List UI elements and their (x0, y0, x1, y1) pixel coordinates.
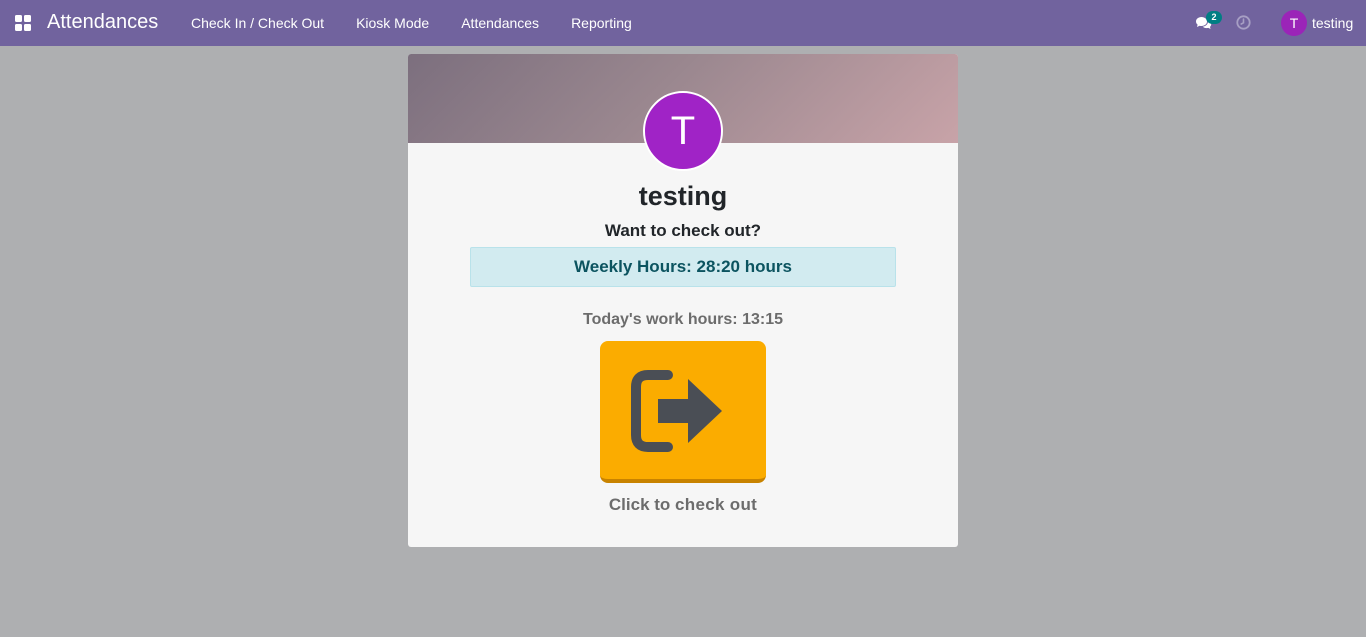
employee-name: testing (638, 181, 728, 211)
employee-avatar: T (643, 91, 723, 171)
apps-grid-icon[interactable] (15, 15, 32, 31)
user-name[interactable]: testing (1312, 15, 1353, 31)
click-action: check out (675, 495, 758, 514)
clock-icon[interactable] (1236, 15, 1251, 30)
top-navbar: Attendances Check In / Check Out Kiosk M… (0, 0, 1366, 46)
weekly-hours-alert: Weekly Hours: 28:20 hours (470, 247, 896, 287)
menu-item-check-in-out[interactable]: Check In / Check Out (175, 0, 340, 46)
messages-badge: 2 (1206, 11, 1222, 24)
sign-out-icon (631, 370, 722, 452)
click-prefix: Click to (608, 495, 671, 514)
user-avatar[interactable]: T (1281, 10, 1307, 36)
menu-item-reporting[interactable]: Reporting (555, 0, 648, 46)
checkout-question: Want to check out? (604, 221, 762, 240)
click-to-check-out-text: Click to check out (408, 495, 958, 515)
menu-item-kiosk-mode[interactable]: Kiosk Mode (340, 0, 445, 46)
today-work-hours: Today's work hours: 13:15 (582, 311, 783, 328)
menu-item-attendances[interactable]: Attendances (445, 0, 555, 46)
check-out-button[interactable] (600, 341, 766, 483)
attendance-card: T testing Want to check out? Weekly Hour… (408, 54, 958, 547)
main-menu: Check In / Check Out Kiosk Mode Attendan… (175, 0, 648, 46)
app-title[interactable]: Attendances (47, 11, 158, 34)
